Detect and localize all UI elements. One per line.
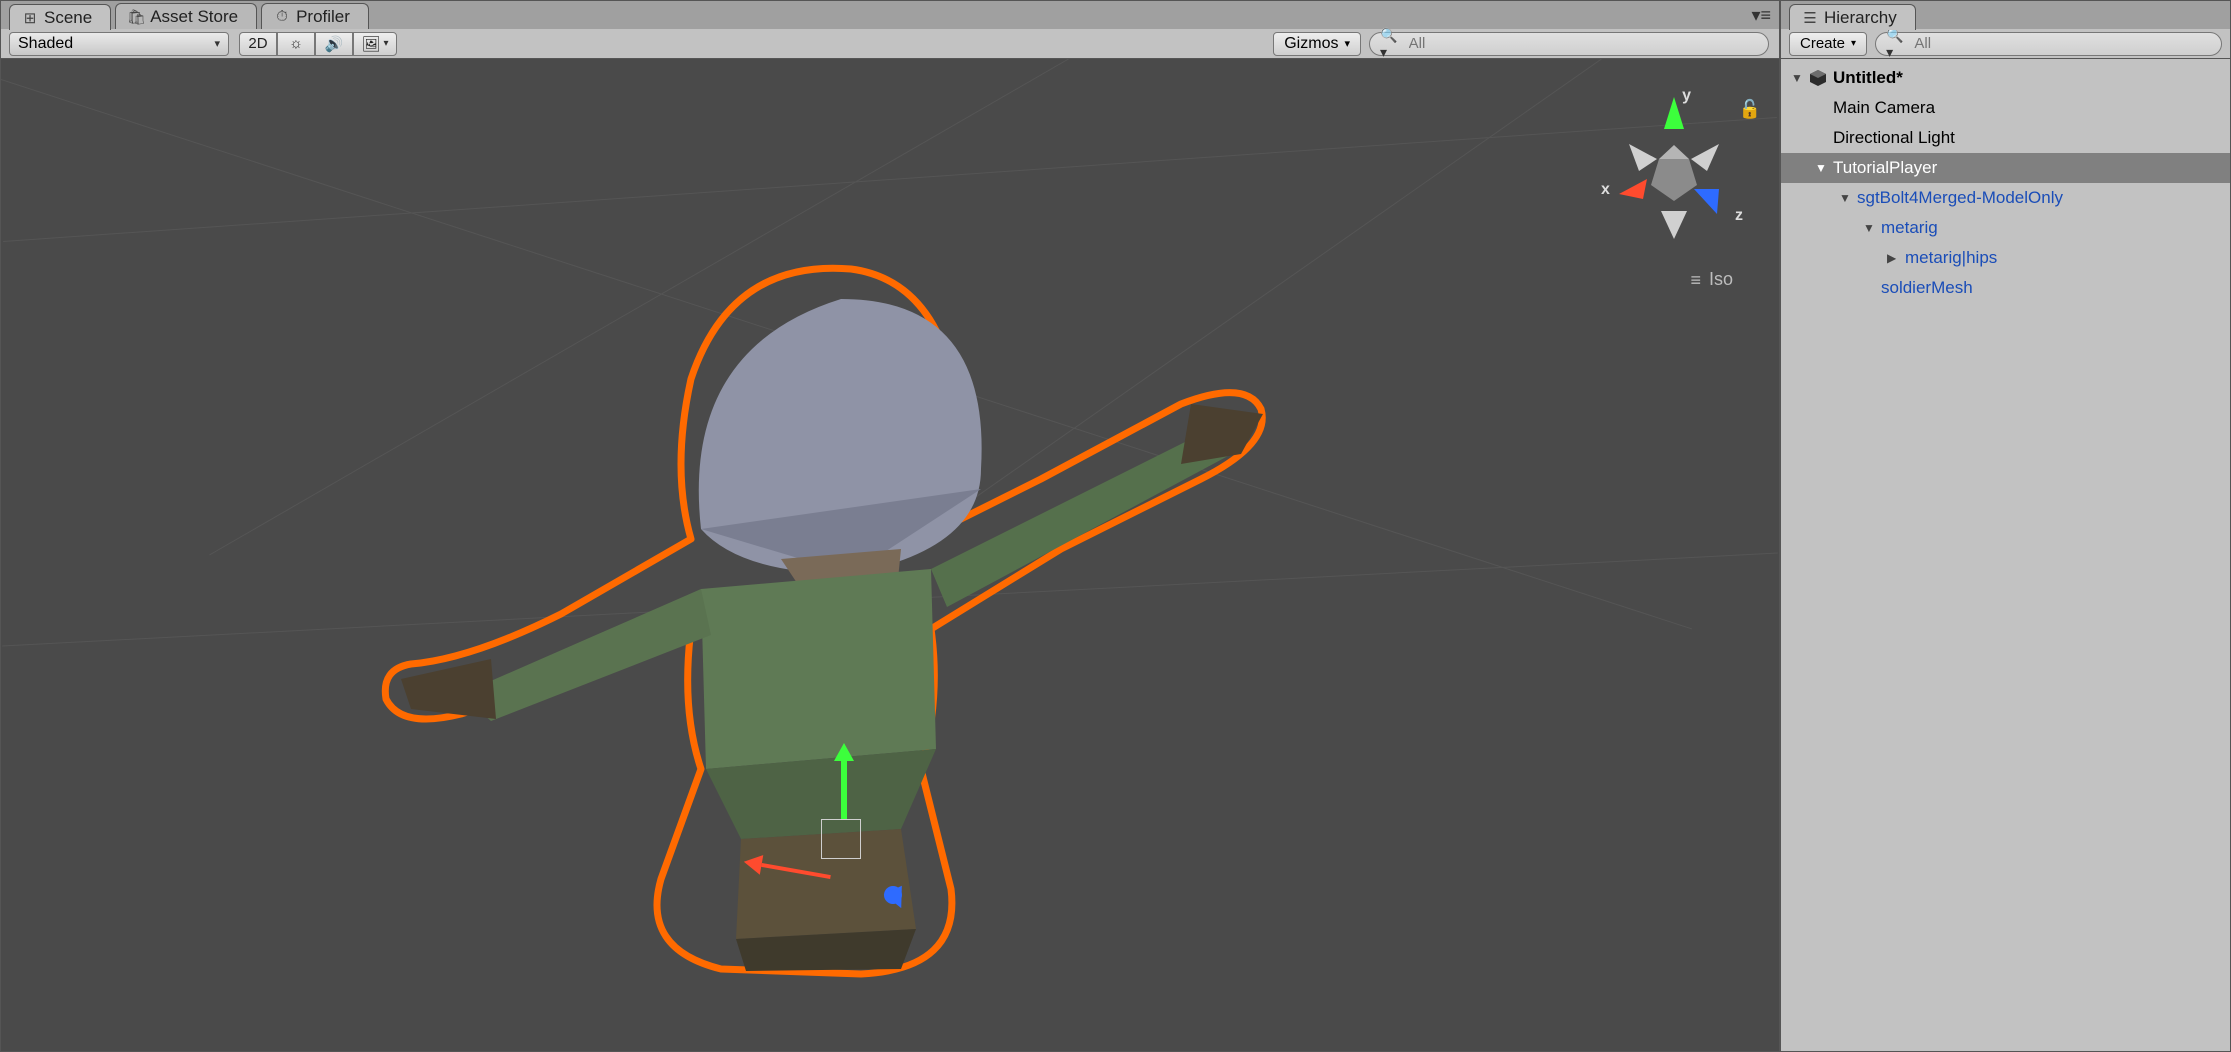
hierarchy-item-soldiermesh[interactable]: soldierMesh bbox=[1781, 273, 2230, 303]
toggle-2d-button[interactable]: 2D bbox=[239, 32, 277, 56]
audio-icon: 🔊 bbox=[325, 35, 344, 53]
axis-x-label: x bbox=[1601, 181, 1610, 199]
search-icon: 🔍▾ bbox=[1380, 27, 1403, 61]
scene-icon: ⊞ bbox=[22, 10, 38, 26]
gizmos-dropdown[interactable]: Gizmos ▾ bbox=[1273, 32, 1361, 56]
scene-search-input[interactable] bbox=[1409, 35, 1758, 52]
item-label: metarig bbox=[1881, 218, 1938, 238]
hierarchy-panel: ☰ Hierarchy Create 🔍▾ Untitled* Main Cam… bbox=[1780, 0, 2231, 1052]
expand-arrow-icon[interactable] bbox=[1839, 191, 1853, 205]
profiler-icon: ⏱ bbox=[274, 9, 290, 25]
toggle-effects-button[interactable]: 🖼 bbox=[353, 32, 397, 56]
iso-icon: ≡ bbox=[1690, 277, 1701, 283]
hierarchy-search[interactable]: 🔍▾ bbox=[1875, 32, 2222, 56]
item-label: soldierMesh bbox=[1881, 278, 1973, 298]
hierarchy-item-model[interactable]: sgtBolt4Merged-ModelOnly bbox=[1781, 183, 2230, 213]
hierarchy-item-metarig[interactable]: metarig bbox=[1781, 213, 2230, 243]
unity-logo-icon bbox=[1809, 69, 1827, 87]
tab-options-menu-icon[interactable]: ▾≡ bbox=[1751, 5, 1771, 26]
hierarchy-icon: ☰ bbox=[1802, 10, 1818, 26]
create-label: Create bbox=[1800, 35, 1845, 52]
hierarchy-item-main-camera[interactable]: Main Camera bbox=[1781, 93, 2230, 123]
axis-y-label: y bbox=[1682, 87, 1691, 105]
create-button[interactable]: Create bbox=[1789, 32, 1867, 56]
hierarchy-toolbar: Create 🔍▾ bbox=[1781, 29, 2230, 59]
shading-mode-dropdown[interactable]: Shaded ▾ bbox=[9, 32, 229, 56]
search-icon: 🔍▾ bbox=[1886, 27, 1908, 61]
tab-scene[interactable]: ⊞ Scene bbox=[9, 4, 111, 30]
shading-mode-value: Shaded bbox=[18, 35, 73, 53]
hierarchy-item-directional-light[interactable]: Directional Light bbox=[1781, 123, 2230, 153]
projection-label: Iso bbox=[1709, 269, 1733, 290]
hierarchy-tab-strip: ☰ Hierarchy bbox=[1781, 1, 2230, 29]
view-toggle-group: 2D ☼ 🔊 🖼 bbox=[239, 32, 397, 56]
item-label: Main Camera bbox=[1833, 98, 1935, 118]
sun-icon: ☼ bbox=[289, 35, 303, 52]
chevron-down-icon: ▾ bbox=[1344, 37, 1350, 50]
tab-label: Asset Store bbox=[150, 7, 238, 27]
chevron-down-icon: ▾ bbox=[214, 37, 220, 50]
toggle-audio-button[interactable]: 🔊 bbox=[315, 32, 353, 56]
hierarchy-item-hips[interactable]: metarig|hips bbox=[1781, 243, 2230, 273]
orientation-gizmo[interactable]: y x z bbox=[1599, 89, 1749, 249]
scene-search[interactable]: 🔍▾ bbox=[1369, 32, 1769, 56]
tab-hierarchy[interactable]: ☰ Hierarchy bbox=[1789, 4, 1916, 30]
hierarchy-item-tutorialplayer[interactable]: TutorialPlayer bbox=[1781, 153, 2230, 183]
scene-name: Untitled* bbox=[1833, 68, 1903, 88]
scene-root[interactable]: Untitled* bbox=[1781, 63, 2230, 93]
tab-label: Hierarchy bbox=[1824, 8, 1897, 28]
orientation-gizmo-svg bbox=[1599, 89, 1749, 249]
image-icon: 🖼 bbox=[361, 35, 380, 53]
selected-object-tutorialplayer[interactable] bbox=[341, 229, 1301, 989]
item-label: sgtBolt4Merged-ModelOnly bbox=[1857, 188, 2063, 208]
gizmos-label: Gizmos bbox=[1284, 35, 1338, 53]
grid-line bbox=[3, 117, 1777, 242]
expand-arrow-icon[interactable] bbox=[1863, 221, 1877, 235]
scene-toolbar: Shaded ▾ 2D ☼ 🔊 🖼 Gizmos ▾ 🔍▾ bbox=[1, 29, 1779, 59]
projection-mode[interactable]: ≡ Iso bbox=[1690, 269, 1733, 290]
tab-profiler[interactable]: ⏱ Profiler bbox=[261, 3, 369, 29]
asset-store-icon: 🛍 bbox=[128, 9, 144, 25]
expand-arrow-icon[interactable] bbox=[1887, 251, 1901, 265]
move-handle-plane[interactable] bbox=[821, 819, 861, 859]
expand-arrow-icon[interactable] bbox=[1791, 71, 1805, 85]
toggle-lighting-button[interactable]: ☼ bbox=[277, 32, 315, 56]
axis-z-label: z bbox=[1735, 207, 1743, 225]
tab-asset-store[interactable]: 🛍 Asset Store bbox=[115, 3, 257, 29]
expand-arrow-icon[interactable] bbox=[1815, 161, 1829, 175]
item-label: TutorialPlayer bbox=[1833, 158, 1937, 178]
hierarchy-search-input[interactable] bbox=[1914, 35, 2211, 52]
scene-tab-strip: ⊞ Scene 🛍 Asset Store ⏱ Profiler ▾≡ bbox=[1, 1, 1779, 29]
scene-viewport[interactable]: 🔓 y x z ≡ Iso bbox=[1, 59, 1779, 1051]
hierarchy-tree: Untitled* Main Camera Directional Light … bbox=[1781, 59, 2230, 307]
item-label: metarig|hips bbox=[1905, 248, 1997, 268]
move-handle-y[interactable] bbox=[841, 759, 847, 819]
scene-panel: ⊞ Scene 🛍 Asset Store ⏱ Profiler ▾≡ Shad… bbox=[0, 0, 1780, 1052]
tab-label: Scene bbox=[44, 8, 92, 28]
tab-label: Profiler bbox=[296, 7, 350, 27]
item-label: Directional Light bbox=[1833, 128, 1955, 148]
